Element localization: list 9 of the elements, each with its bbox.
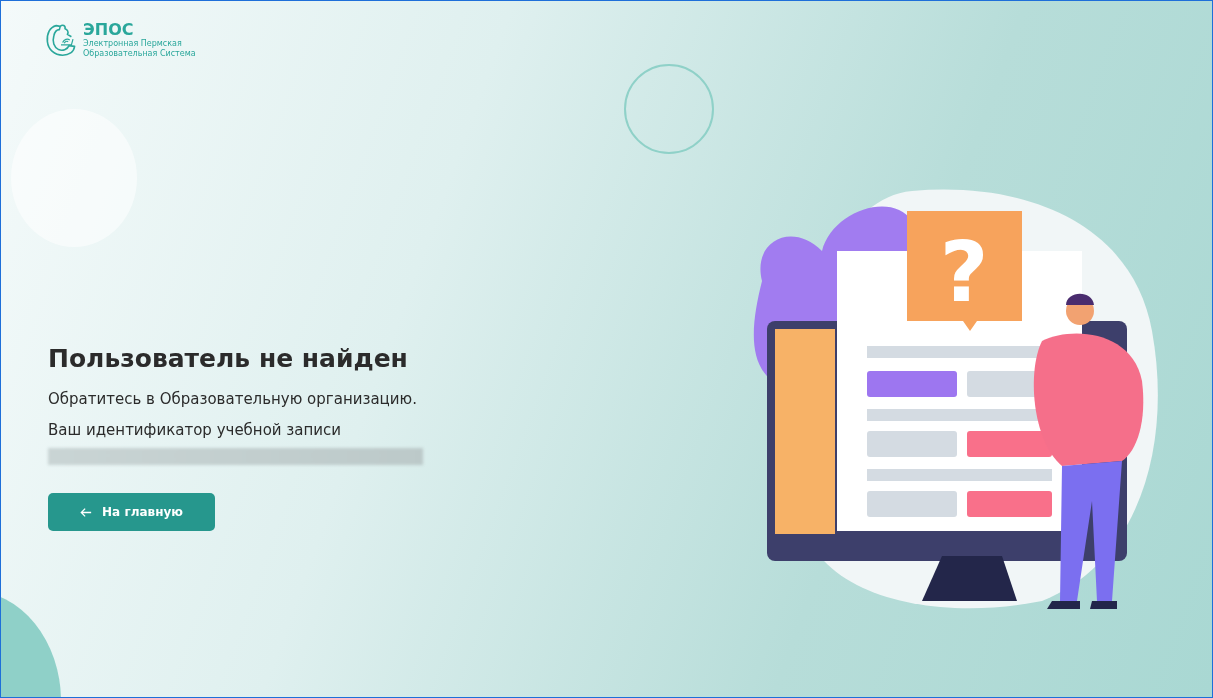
logo-subtitle: Электронная Пермская	[83, 39, 183, 49]
logo-subtitle: Образовательная Система	[83, 49, 196, 59]
error-title: Пользователь не найден	[48, 344, 408, 373]
message-text: Обратитесь в Образовательную организацию.	[48, 390, 417, 408]
id-label: Ваш идентификатор учебной записи	[48, 421, 342, 439]
home-button[interactable]: На главную	[48, 493, 215, 531]
arrow-left-icon	[80, 506, 93, 518]
bear-logo-icon	[45, 22, 77, 58]
logo-name: ЭПОС	[83, 21, 135, 39]
